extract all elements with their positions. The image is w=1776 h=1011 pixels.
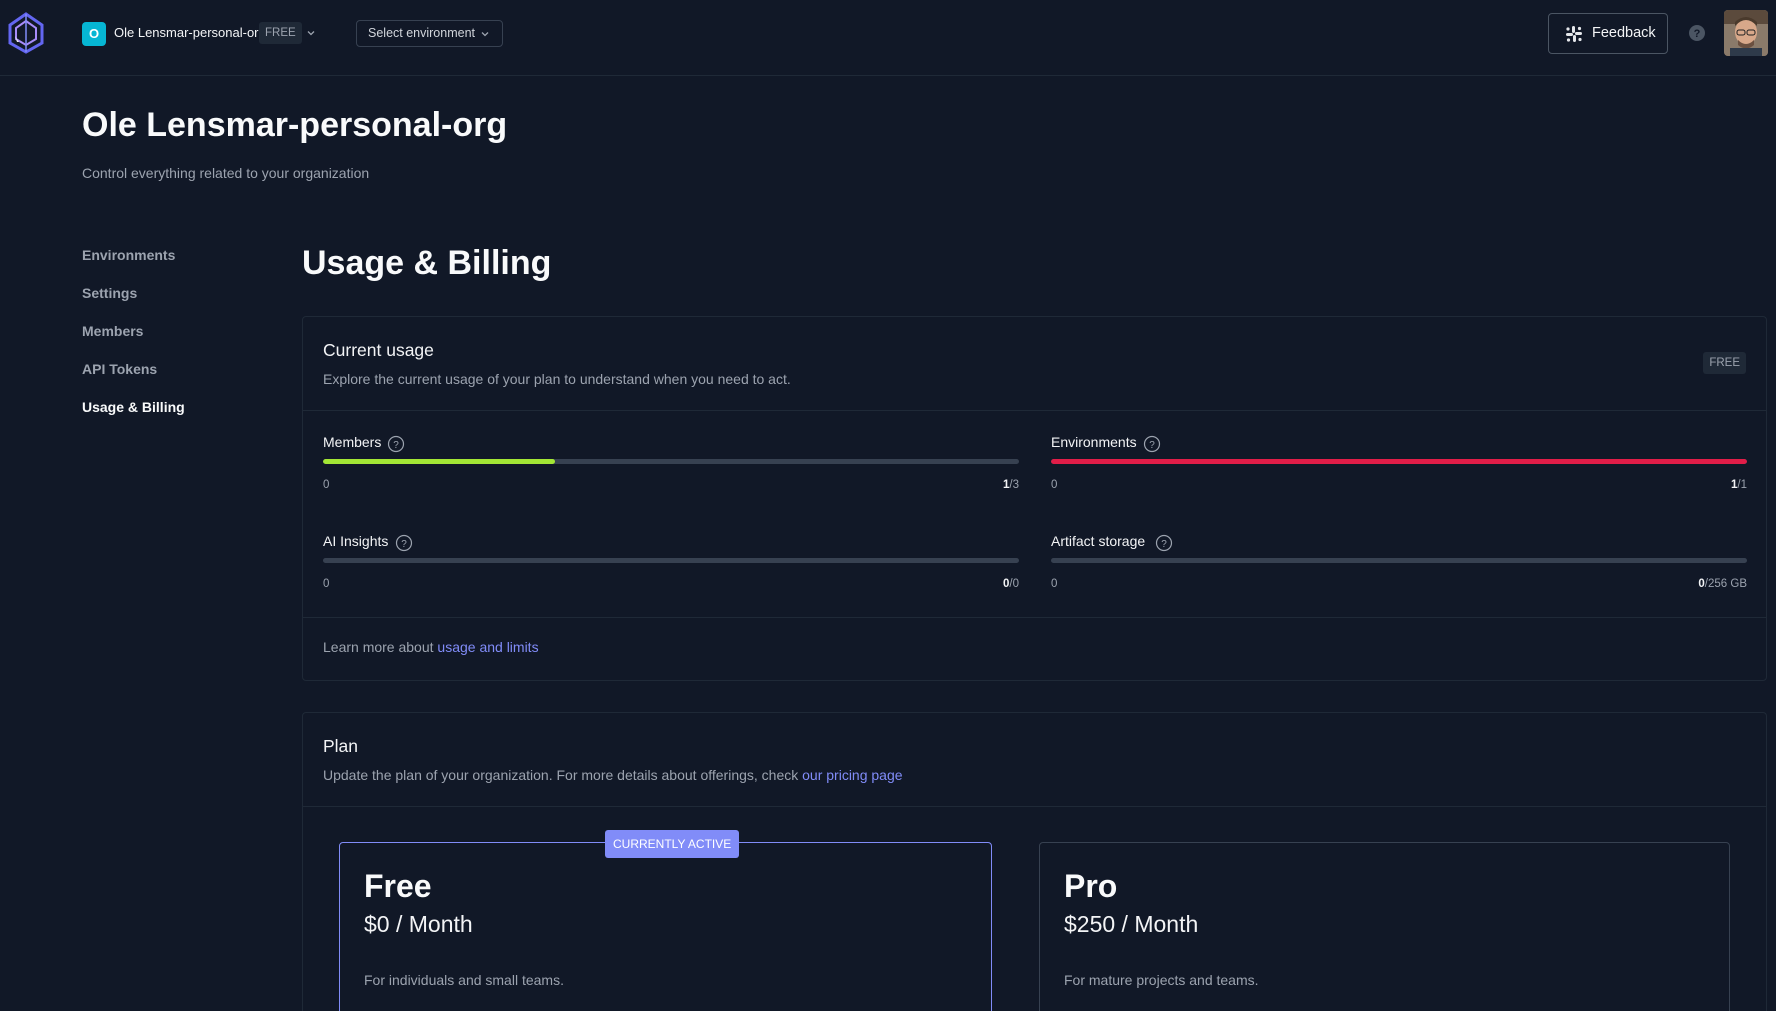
- meter-min: 0: [323, 578, 330, 590]
- sidebar-item-settings[interactable]: Settings: [82, 285, 137, 301]
- meter-limit: /256 GB: [1704, 578, 1747, 590]
- meter-value: 0/0: [1003, 578, 1019, 590]
- current-usage-card: Current usage Explore the current usage …: [302, 316, 1767, 681]
- sidebar-item-environments[interactable]: Environments: [82, 247, 175, 263]
- meter-track: [323, 459, 1019, 464]
- meter-min: 0: [323, 479, 330, 491]
- meter-label: AI Insights: [323, 533, 389, 549]
- help-icon[interactable]: ?: [387, 435, 405, 453]
- artifact-storage-meter: Artifact storage ? 0 0/256 GB: [1051, 533, 1747, 593]
- meter-label: Members: [323, 434, 382, 450]
- meter-limit: /1: [1737, 479, 1747, 491]
- help-icon[interactable]: ?: [1143, 435, 1161, 453]
- plan-description: Update the plan of your organization. Fo…: [323, 767, 903, 783]
- meter-fill: [323, 459, 555, 464]
- meter-value: 1/1: [1731, 479, 1747, 491]
- chevron-down-icon[interactable]: [306, 28, 316, 38]
- svg-text:?: ?: [1149, 440, 1155, 451]
- user-avatar[interactable]: [1724, 10, 1768, 56]
- meter-label: Environments: [1051, 434, 1137, 450]
- testkube-logo-icon[interactable]: [8, 12, 44, 54]
- feedback-label: Feedback: [1592, 25, 1656, 41]
- help-icon[interactable]: ?: [1155, 534, 1173, 552]
- meter-min: 0: [1051, 578, 1058, 590]
- top-bar: O Ole Lensmar-personal-org FREE Select e…: [0, 0, 1776, 76]
- plan-badge: FREE: [1703, 352, 1746, 374]
- current-usage-description: Explore the current usage of your plan t…: [323, 371, 791, 387]
- learn-more-text: Learn more about usage and limits: [323, 639, 539, 655]
- help-icon[interactable]: ?: [1688, 24, 1706, 42]
- plan-tier-free[interactable]: CURRENTLY ACTIVE Free $0 / Month For ind…: [339, 830, 992, 1011]
- meter-value: 1/3: [1003, 479, 1019, 491]
- meter-value: 0/256 GB: [1698, 578, 1747, 590]
- plan-card: Plan Update the plan of your organizatio…: [302, 712, 1767, 1011]
- divider: [303, 617, 1766, 618]
- feedback-button[interactable]: Feedback: [1548, 13, 1668, 54]
- plan-title: Plan: [323, 736, 359, 756]
- plan-tier-name: Free: [364, 868, 432, 904]
- plan-tier-price: $0 / Month: [364, 911, 473, 937]
- sidebar-item-usage-billing[interactable]: Usage & Billing: [82, 399, 185, 415]
- help-icon[interactable]: ?: [395, 534, 413, 552]
- user-photo-icon: [1724, 10, 1768, 56]
- plan-tier-pro[interactable]: Pro $250 / Month For mature projects and…: [1039, 842, 1730, 1011]
- meter-track: [1051, 558, 1747, 563]
- pricing-page-link[interactable]: our pricing page: [802, 767, 902, 783]
- meter-fill: [1051, 459, 1747, 464]
- usage-and-limits-link[interactable]: usage and limits: [437, 639, 538, 655]
- meter-limit: /0: [1009, 578, 1019, 590]
- environments-meter: Environments ? 0 1/1: [1051, 434, 1747, 494]
- org-avatar[interactable]: O: [82, 22, 106, 46]
- svg-text:?: ?: [401, 539, 407, 550]
- ai-insights-meter: AI Insights ? 0 0/0: [323, 533, 1019, 593]
- sidebar-item-api-tokens[interactable]: API Tokens: [82, 361, 157, 377]
- svg-text:?: ?: [1161, 539, 1167, 550]
- org-plan-badge: FREE: [259, 22, 302, 44]
- meter-min: 0: [1051, 479, 1058, 491]
- plan-description-prefix: Update the plan of your organization. Fo…: [323, 767, 803, 783]
- plan-tier-price: $250 / Month: [1064, 911, 1199, 937]
- members-meter: Members ? 0 1/3: [323, 434, 1019, 494]
- meter-track: [1051, 459, 1747, 464]
- environment-select[interactable]: Select environment: [356, 20, 503, 47]
- section-title: Usage & Billing: [302, 244, 552, 282]
- divider: [303, 410, 1766, 411]
- divider: [303, 806, 1766, 807]
- chevron-down-icon: [481, 32, 489, 37]
- meter-label: Artifact storage: [1051, 533, 1146, 549]
- plan-tier-description: For individuals and small teams.: [364, 972, 564, 988]
- svg-text:?: ?: [1694, 28, 1701, 40]
- meter-limit: /3: [1009, 479, 1019, 491]
- plan-tier-description: For mature projects and teams.: [1064, 972, 1259, 988]
- currently-active-badge: CURRENTLY ACTIVE: [605, 830, 740, 858]
- plan-tier-name: Pro: [1064, 868, 1118, 904]
- slack-icon: [1566, 26, 1582, 42]
- meter-track: [323, 558, 1019, 563]
- environment-select-label: Select environment: [368, 26, 476, 40]
- org-name[interactable]: Ole Lensmar-personal-org: [114, 25, 266, 40]
- page-subtitle: Control everything related to your organ…: [82, 165, 370, 181]
- page-title: Ole Lensmar-personal-org: [82, 106, 508, 144]
- current-usage-title: Current usage: [323, 340, 434, 360]
- sidebar-item-members[interactable]: Members: [82, 323, 143, 339]
- learn-more-prefix: Learn more about: [323, 639, 438, 655]
- svg-text:?: ?: [393, 440, 399, 451]
